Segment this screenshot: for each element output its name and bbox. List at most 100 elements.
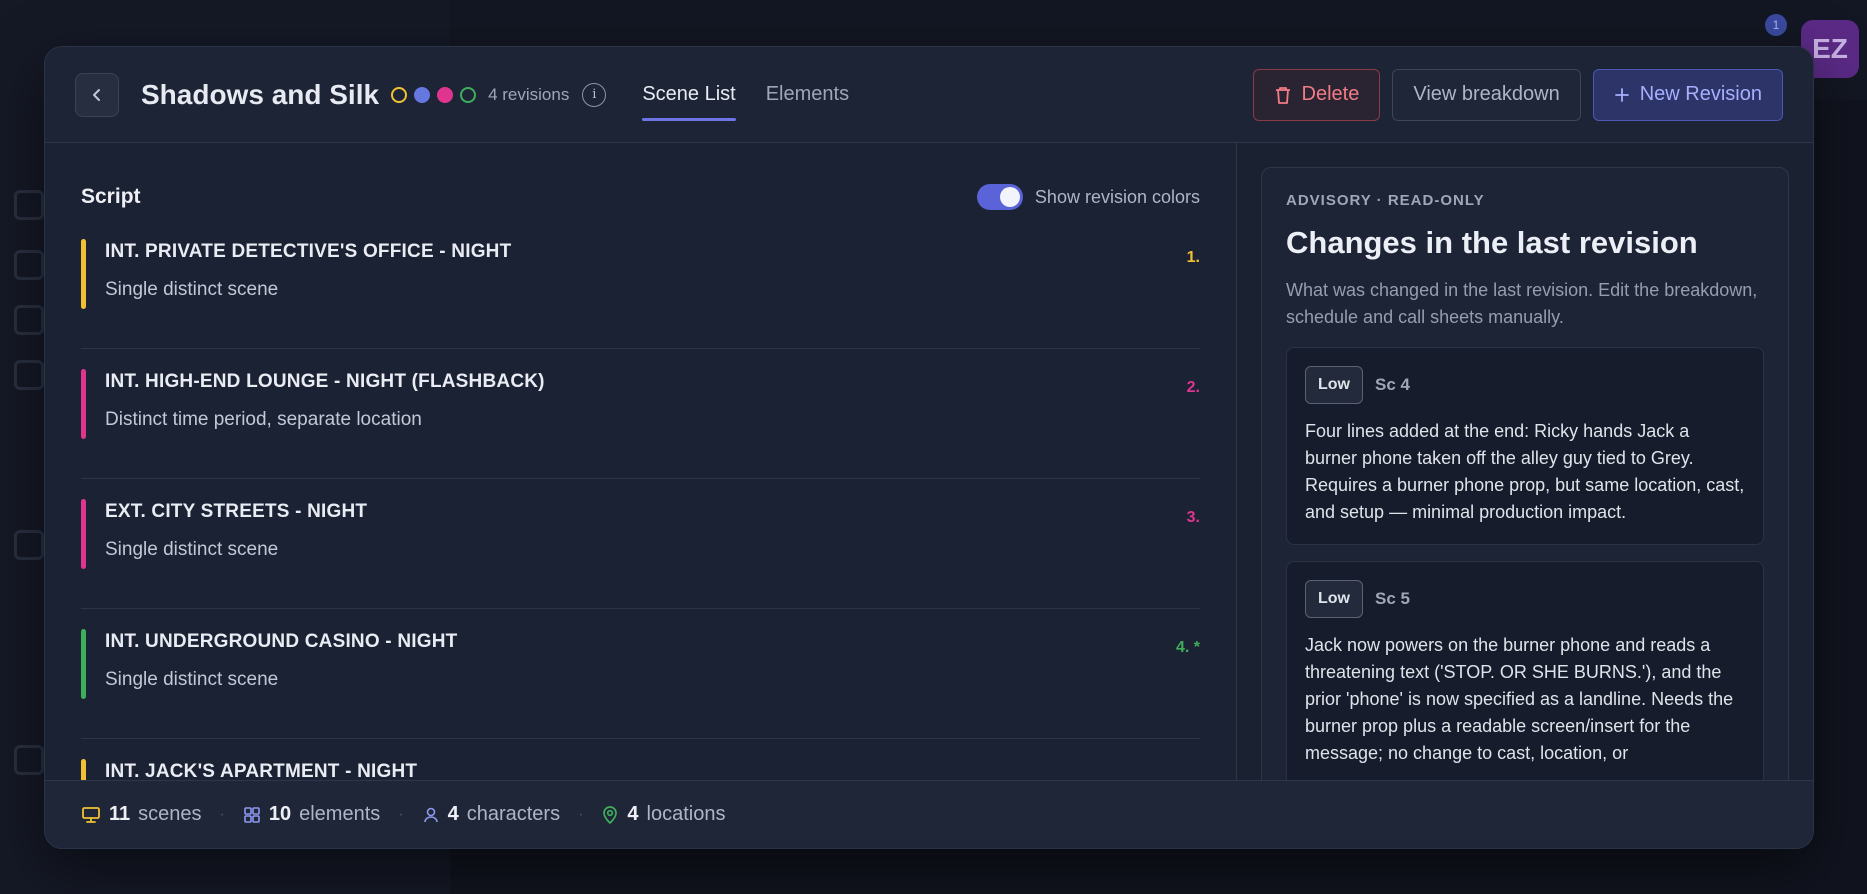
delete-button[interactable]: Delete <box>1252 68 1381 121</box>
bg-nav-icon <box>14 250 44 280</box>
new-revision-button[interactable]: New Revision <box>1592 68 1783 121</box>
revision-color-bar <box>81 369 86 439</box>
scene-row[interactable]: INT. JACK'S APARTMENT - NIGHT <box>81 739 1200 783</box>
elements-count: 10 <box>268 803 292 825</box>
advisory-subtitle: What was changed in the last revision. E… <box>1286 280 1758 327</box>
characters-count: 4 <box>447 803 459 825</box>
stat-characters: 4 characters <box>422 803 561 826</box>
tab-bar: Scene List Elements <box>642 47 849 143</box>
revision-color-dots <box>391 86 477 103</box>
scene-heading: EXT. CITY STREETS - NIGHT <box>105 501 368 522</box>
chevron-left-icon <box>93 88 100 101</box>
separator: · <box>219 805 225 823</box>
page-title: Shadows and Silk <box>141 78 380 110</box>
revision-dot-blue <box>414 86 431 103</box>
revision-count: 4 revisions <box>488 84 570 104</box>
revision-dot-green <box>460 86 477 103</box>
script-pane: Script Show revision colors INT. PRIVATE… <box>45 143 1237 783</box>
scene-row[interactable]: EXT. CITY STREETS - NIGHT Single distinct… <box>81 479 1200 609</box>
scene-number: 3. <box>1186 509 1200 526</box>
scene-text: INT. UNDERGROUND CASINO - NIGHT Single di… <box>105 627 457 691</box>
script-header: Script Show revision colors <box>81 175 1200 219</box>
scene-heading: INT. HIGH-END LOUNGE - NIGHT (FLASHBACK) <box>105 371 545 392</box>
scene-description: Single distinct scene <box>105 539 279 560</box>
tab-elements[interactable]: Elements <box>766 47 849 143</box>
map-pin-icon <box>603 805 618 824</box>
scenes-label: scenes <box>138 803 202 825</box>
scene-number: 1. <box>1186 249 1200 266</box>
change-header: Low Sc 5 <box>1305 580 1745 618</box>
advisory-title: Changes in the last revision <box>1286 225 1698 260</box>
change-card: Low Sc 4 Four lines added at the end: Rick… <box>1286 347 1764 545</box>
separator: · <box>578 805 584 823</box>
scene-row[interactable]: INT. UNDERGROUND CASINO - NIGHT Single di… <box>81 609 1200 739</box>
revision-dot-yellow <box>391 86 408 103</box>
change-text: Jack now powers on the burner phone and … <box>1305 635 1734 763</box>
stat-elements: 10 elements <box>243 803 380 826</box>
view-breakdown-button[interactable]: View breakdown <box>1392 68 1581 121</box>
scenes-count: 11 <box>109 803 131 825</box>
scene-text: INT. PRIVATE DETECTIVE'S OFFICE - NIGHT S… <box>105 237 511 301</box>
stats-footer: 11 scenes · 10 elements · 4 characters ·… <box>45 780 1813 848</box>
scene-row[interactable]: INT. PRIVATE DETECTIVE'S OFFICE - NIGHT S… <box>81 219 1200 349</box>
severity-badge: Low <box>1305 366 1363 404</box>
scene-list: INT. PRIVATE DETECTIVE'S OFFICE - NIGHT S… <box>81 219 1200 783</box>
bg-nav-icon <box>14 530 44 560</box>
script-title: Script <box>81 185 141 208</box>
scene-text: INT. HIGH-END LOUNGE - NIGHT (FLASHBACK)… <box>105 367 545 431</box>
characters-label: characters <box>466 803 561 825</box>
revision-color-bar <box>81 499 86 569</box>
stat-locations: 4 locations <box>601 803 725 826</box>
back-button[interactable] <box>75 72 119 117</box>
user-icon <box>423 807 438 822</box>
revision-color-bar <box>81 239 86 309</box>
scene-description: Distinct time period, separate location <box>105 409 422 430</box>
grid-icon <box>244 806 260 823</box>
scene-ref: Sc 5 <box>1375 589 1410 608</box>
scene-heading: INT. UNDERGROUND CASINO - NIGHT <box>105 631 458 652</box>
change-list: Low Sc 4 Four lines added at the end: Rick… <box>1286 347 1764 783</box>
tab-scene-list[interactable]: Scene List <box>642 47 737 143</box>
change-text: Four lines added at the end: Ricky hands… <box>1305 421 1745 522</box>
bg-nav-icon <box>14 745 44 775</box>
bg-nav-icon <box>14 360 44 390</box>
scene-description: Single distinct scene <box>105 279 279 300</box>
revision-colors-toggle-label: Show revision colors <box>1034 186 1200 207</box>
header-actions: Delete View breakdown New Revision <box>1252 68 1783 121</box>
script-modal: Shadows and Silk 4 revisions i Scene Lis… <box>44 46 1814 849</box>
revision-dot-pink <box>437 86 454 103</box>
stat-scenes: 11 scenes <box>81 803 202 826</box>
view-breakdown-label: View breakdown <box>1413 83 1560 105</box>
revision-color-bar <box>81 629 86 699</box>
scene-number: 2. <box>1186 379 1200 396</box>
revision-colors-toggle-row: Show revision colors <box>976 184 1200 210</box>
bg-nav-icon <box>14 190 44 220</box>
locations-label: locations <box>646 803 726 825</box>
elements-label: elements <box>299 803 381 825</box>
modal-body: Script Show revision colors INT. PRIVATE… <box>45 143 1813 783</box>
scene-ref: Sc 4 <box>1375 375 1410 394</box>
separator: · <box>398 805 404 823</box>
scene-number: 4. * <box>1175 639 1200 656</box>
trash-icon <box>1275 86 1290 104</box>
change-header: Low Sc 4 <box>1305 366 1745 404</box>
plus-icon <box>1614 87 1629 102</box>
bg-nav-icon <box>14 305 44 335</box>
change-card: Low Sc 5 Jack now powers on the burner pho… <box>1286 561 1764 783</box>
scene-description: Single distinct scene <box>105 669 279 690</box>
info-icon[interactable]: i <box>582 82 607 107</box>
monitor-icon <box>82 806 100 823</box>
scene-row[interactable]: INT. HIGH-END LOUNGE - NIGHT (FLASHBACK)… <box>81 349 1200 479</box>
scene-heading: INT. PRIVATE DETECTIVE'S OFFICE - NIGHT <box>105 241 512 262</box>
modal-header: Shadows and Silk 4 revisions i Scene Lis… <box>45 47 1813 143</box>
delete-label: Delete <box>1301 83 1360 105</box>
advisory-label: ADVISORY · READ-ONLY <box>1286 192 1485 209</box>
revision-colors-toggle[interactable] <box>976 184 1023 210</box>
new-revision-label: New Revision <box>1639 83 1762 105</box>
advisory-pane: ADVISORY · READ-ONLY Changes in the last… <box>1237 143 1813 783</box>
locations-count: 4 <box>627 803 639 825</box>
scene-text: EXT. CITY STREETS - NIGHT Single distinct… <box>105 497 367 561</box>
notification-badge: 1 <box>1765 14 1787 36</box>
advisory-panel: ADVISORY · READ-ONLY Changes in the last… <box>1261 167 1789 783</box>
severity-badge: Low <box>1305 580 1363 618</box>
